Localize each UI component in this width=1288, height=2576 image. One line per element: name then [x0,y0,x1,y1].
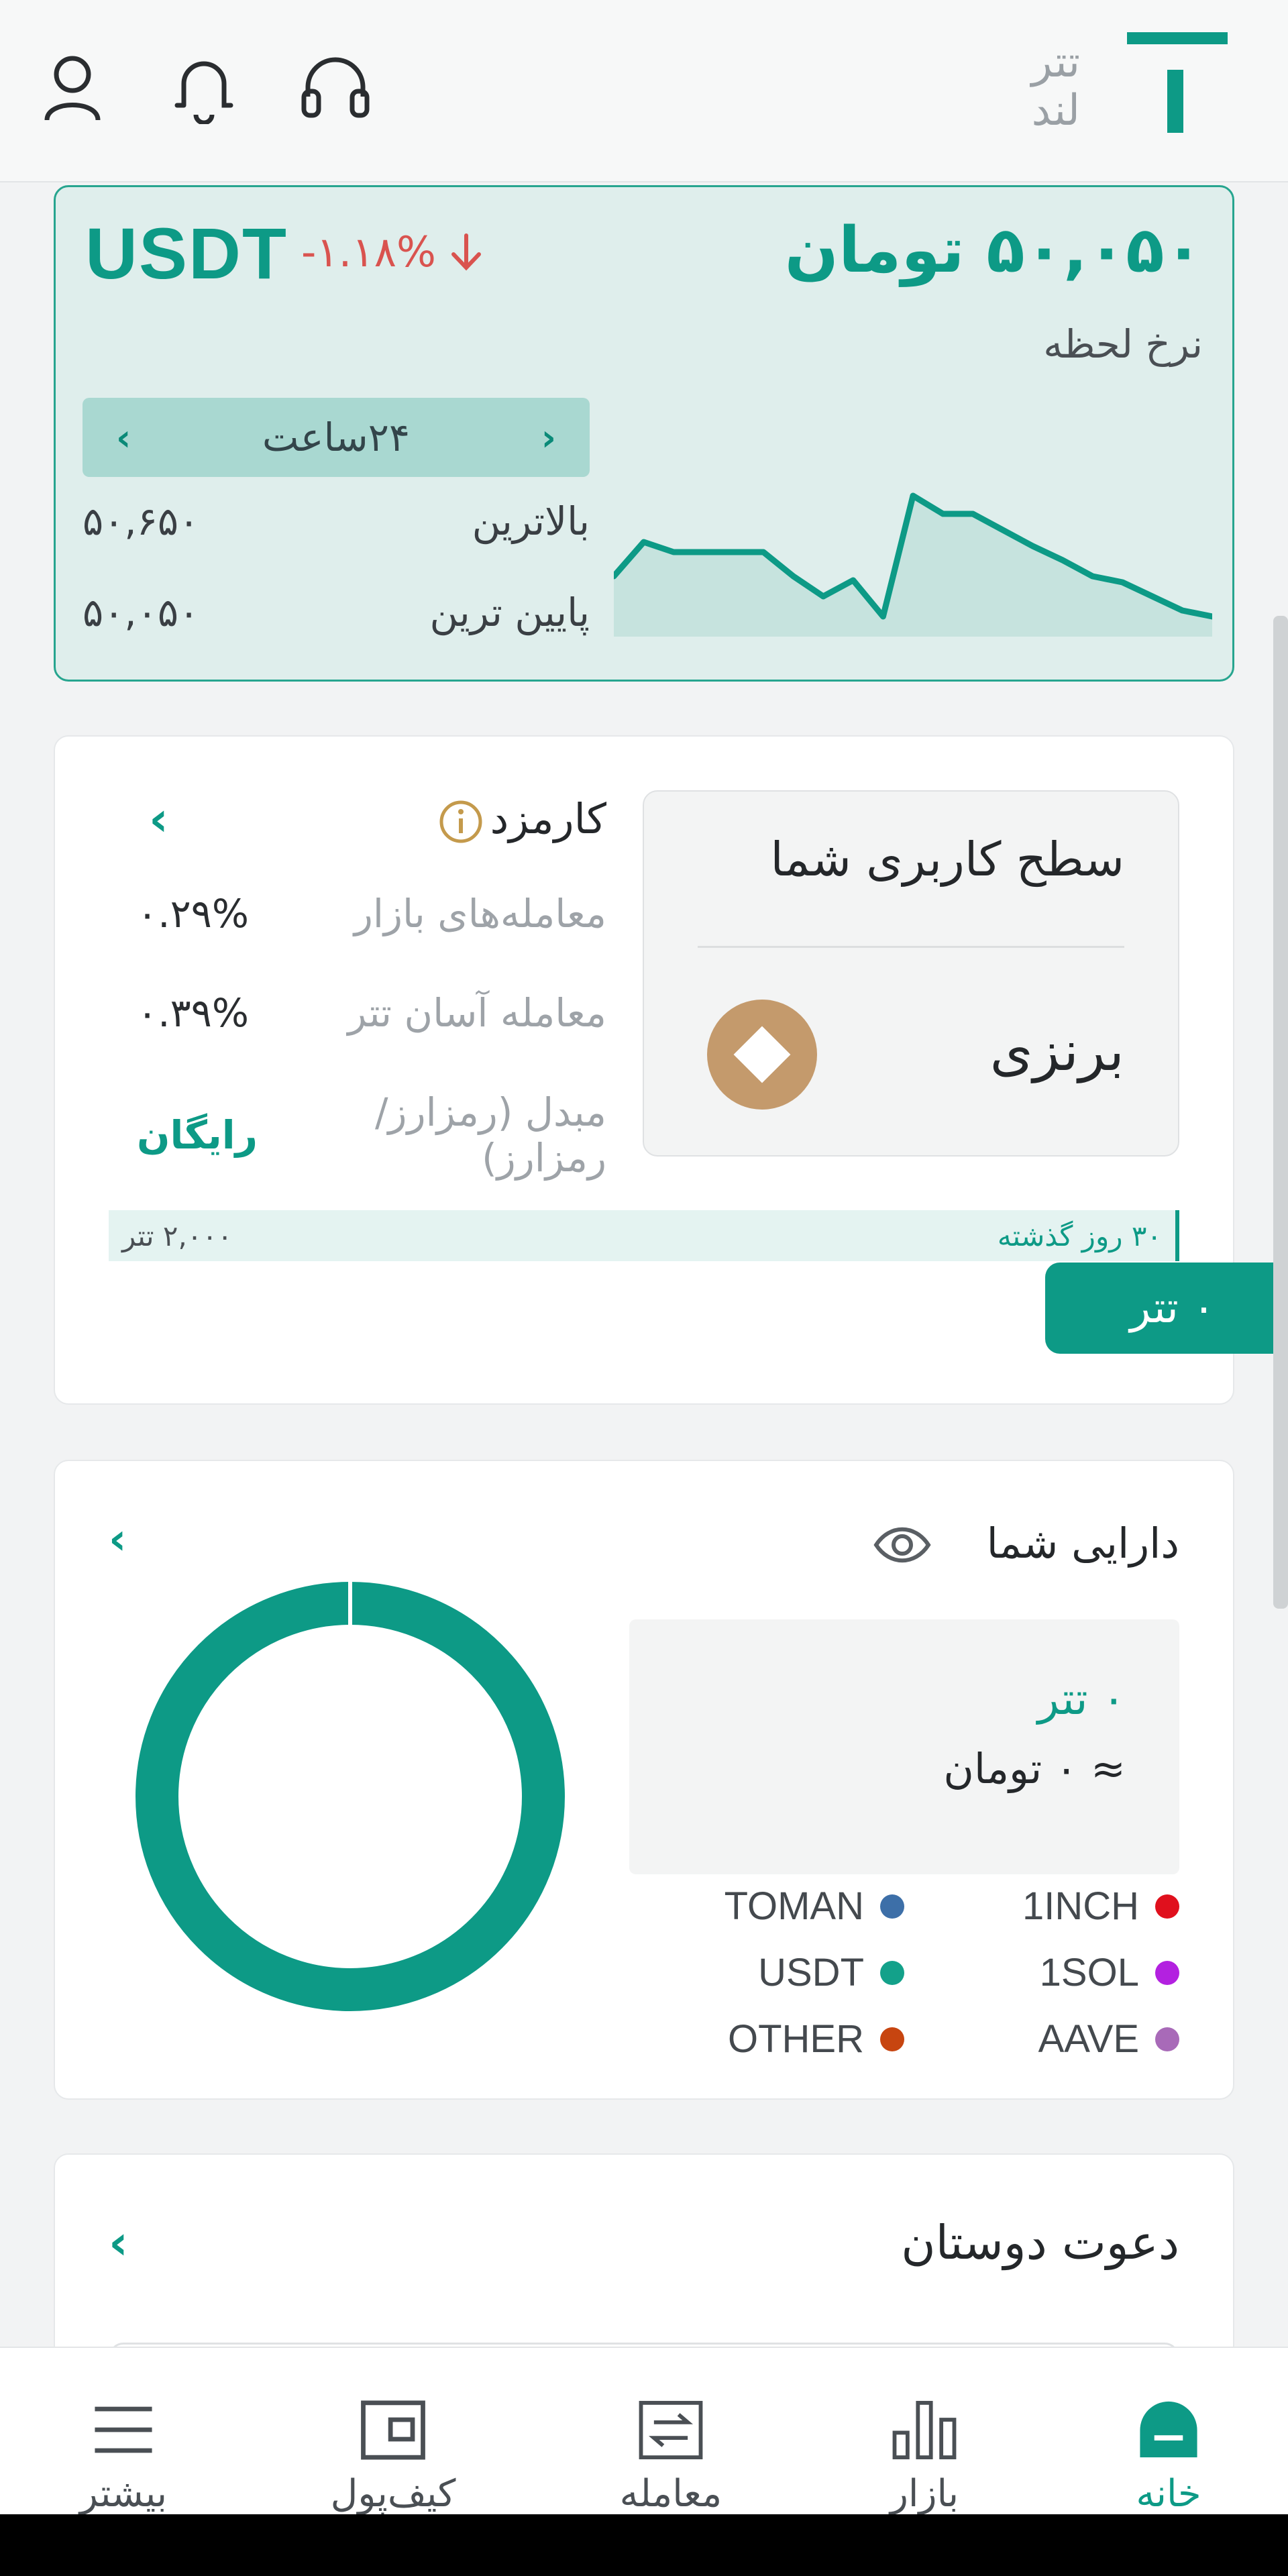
fee-row-label: معامله‌های بازار [354,891,606,936]
fee-title: کارمزد [490,794,606,843]
fee-row-market: معامله‌های بازار ۰.۲۹% [137,891,606,936]
legend-label: TOMAN [724,1884,864,1928]
nav-item-trade[interactable]: معامله [570,2348,771,2516]
usdt-rate-card[interactable]: USDT -۱.۱۸% ۵۰,۰۵۰ تومان نرخ لحظه ‹ ۲۴سا… [54,185,1234,682]
brand-logo-text: تتر لند [932,31,1087,138]
progress-target-label: ۲,۰۰۰ تتر [122,1219,233,1252]
nav-label: خانه [1136,2472,1201,2516]
price-change: -۱.۱۸% [301,227,483,276]
price-change-value: -۱.۱۸% [301,227,436,276]
low-price-label: پایین ترین [429,590,590,635]
legend-item: USDT [629,1950,904,1995]
fee-row-label: معامله آسان تتر [347,990,606,1036]
system-bottom-bar [0,2514,1288,2576]
legend-item: TOMAN [629,1884,904,1929]
asset-legend: 1INCH TOMAN 1SOL USDT AAVE OTHER [629,1884,1179,2061]
legend-label: 1INCH [1022,1884,1139,1928]
sparkline-area [614,496,1212,637]
nav-item-more[interactable]: بیشتر [23,2348,224,2516]
progress-period-label: ۳۰ روز گذشته [997,1219,1162,1252]
level-title: سطح کاربری شما [770,832,1124,887]
fee-row-converter: مبدل (رمزارز/رمزارز) رایگان [137,1089,606,1181]
fee-row-value: رایگان [137,1112,258,1158]
brand-logo-mark [1127,32,1228,133]
volume-progress-bar: ۳۰ روز گذشته ۲,۰۰۰ تتر [109,1210,1179,1261]
current-price: ۵۰,۰۵۰ تومان [784,214,1203,287]
assets-title: دارایی شما [986,1519,1179,1568]
legend-dot [880,1960,904,1985]
svg-text:تتر: تتر [1030,38,1080,87]
profile-icon[interactable] [25,40,119,134]
high-price-label: بالاترین [472,498,590,544]
assets-card: دارایی شما ‹ ۰ تتر ≈ ۰ تومان 1INCH TOMAN… [54,1460,1234,2100]
volume-balance-badge: ۰ تتر [1045,1263,1288,1354]
price-sparkline-chart [614,492,1212,637]
legend-dot [1155,1960,1179,1985]
low-price-row: ۵۰,۰۵۰ پایین ترین [83,590,590,635]
nav-label: بیشتر [79,2472,168,2516]
legend-item: 1SOL [904,1950,1179,1995]
eye-icon[interactable] [872,1521,932,1568]
legend-dot [1155,2027,1179,2051]
price-subtitle: نرخ لحظه [1043,321,1203,367]
asset-donut-chart [136,1575,565,2011]
level-divider [698,946,1124,948]
legend-label: USDT [758,1951,864,1994]
arrow-down-icon [451,233,481,270]
fee-row-label: مبدل (رمزارز/رمزارز) [375,1089,606,1181]
bottom-navigation: خانه بازار معامله کیف‌پول بیشتر [0,2347,1288,2516]
period-selector[interactable]: ‹ ۲۴ساعت › [83,398,590,477]
invite-title: دعوت دوستان [901,2215,1179,2270]
scrollbar[interactable] [1273,616,1288,1609]
nav-item-wallet[interactable]: کیف‌پول [292,2348,494,2516]
legend-dot [880,2027,904,2051]
legend-dot [880,1894,904,1919]
svg-text:لند: لند [1032,86,1080,136]
legend-dot [1155,1894,1179,1919]
wallet-icon [361,2400,425,2460]
asset-balance-box: ۰ تتر ≈ ۰ تومان [629,1619,1179,1874]
app-header: تتر لند [0,0,1288,182]
level-name: برنزی [989,1020,1124,1083]
fee-row-value: ۰.۲۹% [137,891,250,936]
fee-chevron-icon[interactable]: ‹ [149,792,168,847]
legend-item: AAVE [904,2017,1179,2061]
nav-item-market[interactable]: بازار [824,2348,1025,2516]
legend-item: 1INCH [904,1884,1179,1929]
chevron-right-icon[interactable]: › [541,417,556,459]
nav-label: معامله [619,2472,722,2516]
legend-label: 1SOL [1039,1951,1139,1994]
legend-item: OTHER [629,2017,904,2061]
info-icon[interactable] [437,798,484,845]
invite-chevron-icon[interactable]: ‹ [109,2215,128,2270]
menu-icon [95,2406,152,2453]
low-price-value: ۵۰,۰۵۰ [83,590,200,635]
nav-label: کیف‌پول [330,2472,456,2516]
user-level-box[interactable]: سطح کاربری شما برنزی [643,790,1179,1157]
support-headset-icon[interactable] [288,40,382,134]
fee-row-easy: معامله آسان تتر ۰.۳۹% [137,990,606,1036]
nav-item-home[interactable]: خانه [1068,2348,1269,2516]
currency-symbol: USDT [85,213,288,294]
home-icon [1140,2401,1197,2458]
legend-label: AAVE [1038,2017,1139,2061]
chevron-left-icon[interactable]: ‹ [116,417,131,459]
high-price-value: ۵۰,۶۵۰ [83,498,200,544]
high-price-row: ۵۰,۶۵۰ بالاترین [83,498,590,544]
donut-slice-usdt [136,1582,565,2011]
asset-toman-balance: ≈ ۰ تومان [943,1744,1126,1793]
notification-bell-icon[interactable] [157,40,251,134]
nav-label: بازار [890,2472,959,2516]
bronze-badge-icon [707,1000,817,1110]
bar-chart-icon [892,2400,957,2460]
legend-label: OTHER [728,2017,864,2061]
exchange-icon [639,2400,703,2460]
assets-chevron-icon[interactable]: ‹ [109,1515,126,1564]
asset-usdt-balance: ۰ تتر [1037,1673,1126,1725]
period-label: ۲۴ساعت [262,415,411,460]
fee-row-value: ۰.۳۹% [137,990,250,1036]
